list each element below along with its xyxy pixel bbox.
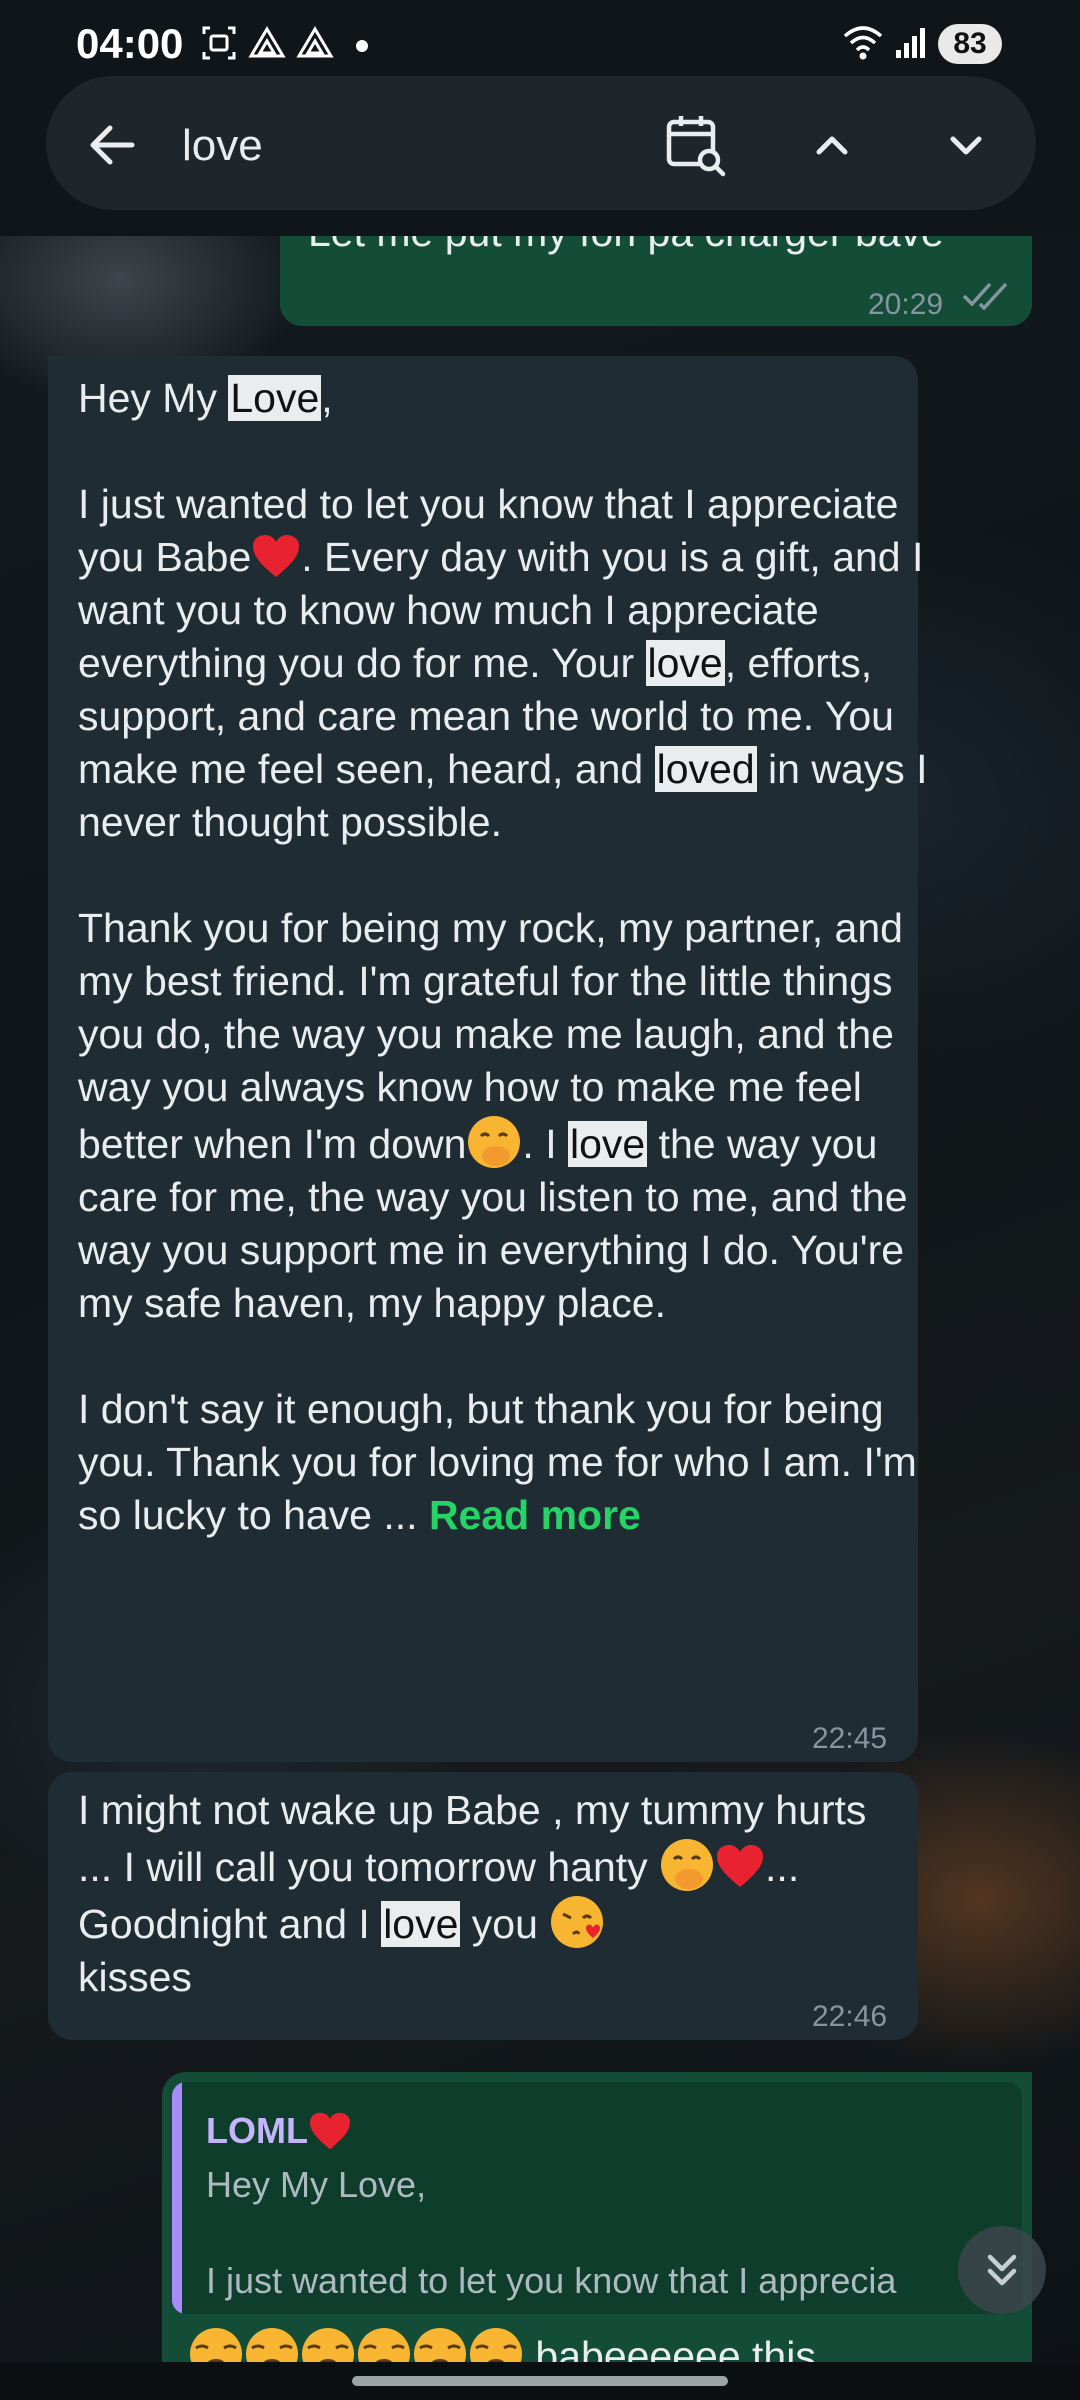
text-segment: , [321,375,333,421]
message-timestamp: 22:45 [812,1722,888,1755]
message-bubble-outgoing-reply[interactable]: LOML Hey My Love, I just wanted to let y… [162,2072,1032,2380]
text-segment: . I [522,1121,568,1167]
calendar-search-icon [666,116,726,177]
message-text: I might not wake up Babe , my tummy hurt… [78,1784,890,2004]
text-segment: you [460,1901,550,1947]
next-result-button[interactable] [926,105,1006,185]
home-gesture-handle[interactable] [352,2376,728,2386]
search-highlight: love [645,640,725,686]
arrow-left-icon [90,125,135,165]
search-input[interactable] [180,110,624,182]
red-heart-emoji-icon [253,535,300,577]
face-with-hand-over-mouth-emoji-icon [661,1839,714,1891]
search-highlight: love [381,1901,461,1947]
back-button[interactable] [78,110,148,180]
chevron-up-icon [816,136,848,155]
wifi-icon [843,26,883,60]
search-by-date-button[interactable] [654,105,734,185]
message-bubble-incoming[interactable]: Hey My Love, I just wanted to let you kn… [48,356,928,1762]
notification-dot-icon [356,40,368,52]
quote-line: I just wanted to let you know that I app… [206,2260,897,2301]
chevron-down-icon [950,136,982,155]
battery-indicator: 83 [938,24,1002,64]
double-check-icon [962,282,1008,310]
search-highlight: Love [228,375,322,421]
quote-author-name: LOML [206,2110,308,2151]
signal-icon [896,28,925,58]
drive-icon [248,26,286,58]
read-more-link[interactable]: Read more [429,1492,641,1538]
double-chevron-down-icon [987,2254,1017,2286]
message-timestamp: 20:29 [868,288,944,321]
quote-line: Hey My Love, [206,2164,427,2205]
text-segment: kisses [78,1954,192,2000]
message-timestamp: 22:46 [812,2000,888,2033]
face-blowing-kiss-emoji-icon [551,1896,604,1948]
message-bubble-incoming-2[interactable]: I might not wake up Babe , my tummy hurt… [48,1772,918,2040]
text-segment: Hey My [78,375,229,421]
screenshot-icon [202,26,236,60]
status-time: 04:00 [76,20,184,67]
quoted-message[interactable]: LOML Hey My Love, I just wanted to let y… [172,2082,1022,2314]
scroll-to-bottom-button[interactable] [958,2226,1046,2314]
drive-icon-2 [296,26,334,58]
face-with-hand-over-mouth-emoji-icon [468,1116,521,1168]
quote-bar [172,2082,182,2314]
quote-author: LOML [206,2104,352,2157]
message-text: Hey My Love, I just wanted to let you kn… [78,372,948,1542]
red-heart-emoji-icon [717,1845,764,1887]
red-heart-emoji-icon [309,2112,350,2150]
search-highlight: love [568,1121,648,1167]
previous-result-button[interactable] [792,105,872,185]
search-highlight: loved [654,746,757,792]
